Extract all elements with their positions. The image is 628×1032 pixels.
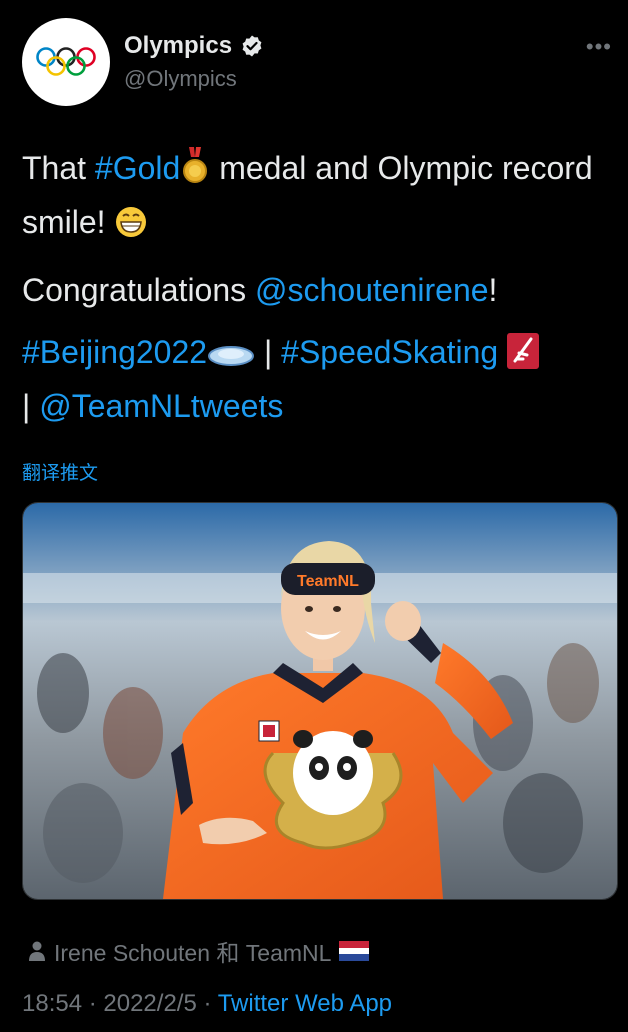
tweet-header: Olympics @Olympics ••• [22, 18, 612, 108]
hashtag-speedskating[interactable]: #SpeedSkating [281, 334, 498, 370]
tweet-time[interactable]: 18:54 [22, 990, 82, 1017]
tagged-users[interactable]: Irene Schouten 和 TeamNL [28, 934, 370, 968]
tweet-text: That #Gold medal and Olympic record smil… [22, 144, 612, 444]
hashtag-beijing2022[interactable]: #Beijing2022 [22, 334, 207, 370]
tweet-paragraph-2: Congratulations @schoutenirene! [22, 266, 612, 314]
translate-tweet-link[interactable]: 翻译推文 [22, 458, 98, 485]
netherlands-flag-icon [339, 941, 370, 961]
photo-skater-with-mascot: TeamNL [23, 503, 617, 899]
beijing2022-emoji-icon [207, 334, 255, 382]
tweet-photo[interactable]: TeamNL [22, 502, 618, 900]
hashtag-gold[interactable]: #Gold [95, 150, 180, 186]
speed-skating-emoji-icon [507, 333, 540, 382]
name-row: Olympics [124, 32, 264, 60]
tweet-date[interactable]: 2022/2/5 [103, 990, 196, 1017]
person-icon [29, 941, 45, 961]
tweet-meta: 18:54 · 2022/2/5 · Twitter Web App [22, 990, 392, 1018]
more-options-icon[interactable]: ••• [586, 34, 612, 60]
mention-schoutenirene[interactable]: @schoutenirene [255, 272, 489, 308]
text-segment: ! [488, 272, 498, 308]
avatar[interactable] [22, 18, 110, 106]
display-name[interactable]: Olympics [124, 32, 232, 60]
separator: | [255, 334, 282, 370]
separator: · [82, 990, 104, 1017]
text-segment: Congratulations [22, 272, 256, 308]
tweet-paragraph-3: #Beijing2022 | #SpeedSkating | @TeamNLtw… [22, 328, 612, 430]
headband-text: TeamNL [297, 573, 359, 590]
handle[interactable]: @Olympics [124, 66, 237, 92]
tagged-label: Irene Schouten 和 TeamNL [54, 940, 332, 966]
separator: · [196, 990, 218, 1017]
tweet-source-link[interactable]: Twitter Web App [218, 990, 392, 1017]
gold-medal-icon [180, 147, 210, 198]
separator: | [22, 388, 40, 424]
tweet-paragraph-1: That #Gold medal and Olympic record smil… [22, 144, 612, 252]
verified-badge-icon [242, 35, 262, 57]
text-segment: That [22, 150, 95, 186]
mention-teamnltweets[interactable]: @TeamNLtweets [39, 388, 283, 424]
grinning-face-icon [114, 204, 148, 252]
olympic-rings-icon [36, 47, 96, 76]
